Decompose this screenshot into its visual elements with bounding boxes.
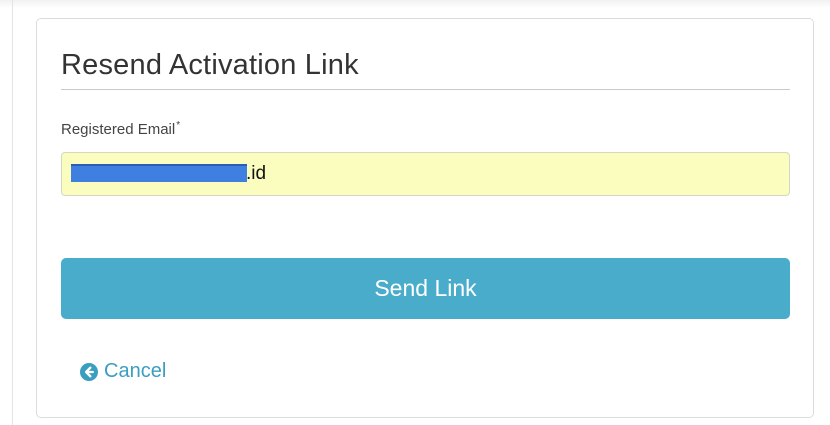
left-divider [12, 0, 13, 425]
page-title: Resend Activation Link [61, 49, 359, 81]
send-link-button[interactable]: Send Link [61, 258, 790, 319]
required-marker: * [176, 120, 181, 131]
resend-activation-panel: Resend Activation Link Registered Email*… [36, 18, 814, 418]
email-label: Registered Email* [61, 120, 180, 138]
circle-arrow-left-icon [80, 362, 98, 381]
cancel-label: Cancel [104, 360, 167, 382]
redaction-box [71, 164, 247, 182]
page: Resend Activation Link Registered Email*… [0, 0, 830, 425]
top-divider [0, 0, 830, 8]
email-value-suffix: .id [246, 163, 267, 184]
cancel-link[interactable]: Cancel [80, 360, 166, 383]
title-divider [61, 89, 790, 90]
email-label-text: Registered Email [61, 121, 176, 138]
